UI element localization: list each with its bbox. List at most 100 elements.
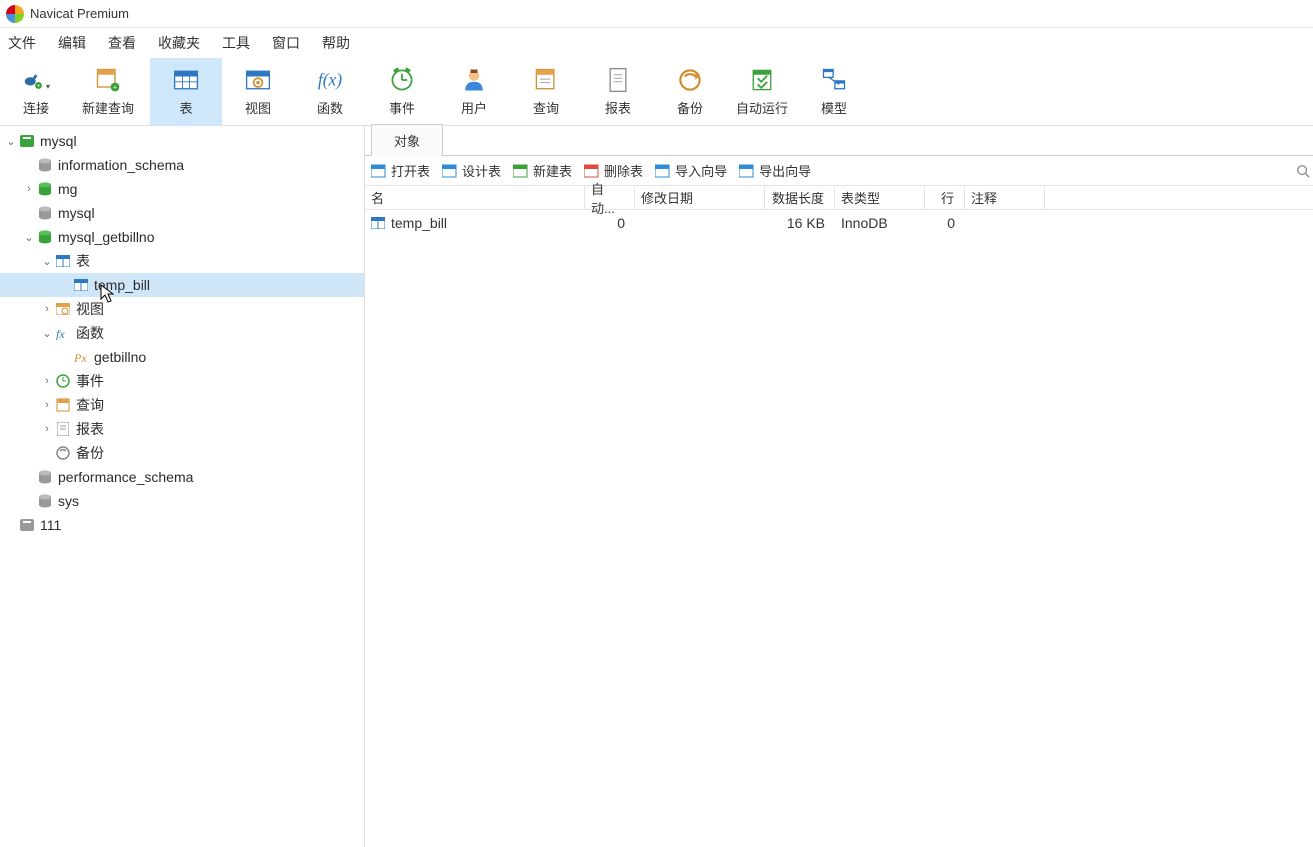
tree-label: sys [58, 493, 79, 509]
tree-item[interactable]: ▸sys [0, 489, 364, 513]
user-icon [460, 66, 488, 94]
toolbar-query-button[interactable]: 查询 [510, 58, 582, 126]
connection-tree[interactable]: ⌄mysql▸information_schema›mg▸mysql⌄mysql… [0, 126, 365, 847]
query-icon [532, 66, 560, 94]
column-header-auto[interactable]: 自动... [585, 186, 635, 209]
toolbar-model-button[interactable]: 模型 [798, 58, 870, 126]
menu-fav[interactable]: 收藏夹 [158, 33, 200, 53]
chevron-right-icon[interactable]: › [40, 399, 54, 411]
tree-item[interactable]: ›报表 [0, 417, 364, 441]
objectbar-export-button[interactable]: 导出向导 [739, 161, 811, 180]
menu-edit[interactable]: 编辑 [58, 33, 86, 53]
tree-label: 视图 [76, 299, 104, 319]
column-header-tbltype[interactable]: 表类型 [835, 186, 925, 209]
tree-item[interactable]: ▸备份 [0, 441, 364, 465]
cell-datalen: 16 KB [765, 215, 835, 231]
menu-file[interactable]: 文件 [8, 33, 36, 53]
objectbar-label: 导出向导 [759, 161, 811, 180]
app-logo-icon [6, 5, 24, 23]
cell-tbltype: InnoDB [835, 215, 925, 231]
tree-item[interactable]: ▸information_schema [0, 153, 364, 177]
tree-item[interactable]: ▸performance_schema [0, 465, 364, 489]
toolbar-event-button[interactable]: 事件 [366, 58, 438, 126]
menu-view[interactable]: 查看 [108, 33, 136, 53]
chevron-down-icon[interactable]: ⌄ [4, 135, 18, 148]
autorun-icon [748, 66, 776, 94]
tree-label: mysql_getbillno [58, 229, 155, 245]
menu-tools[interactable]: 工具 [222, 33, 250, 53]
tree-item[interactable]: › 事件 [0, 369, 364, 393]
objectbar-delete-button[interactable]: 删除表 [584, 161, 643, 180]
toolbar-autorun-button[interactable]: 自动运行 [726, 58, 798, 126]
cell-rows: 0 [925, 215, 965, 231]
toolbar-view-button[interactable]: 视图 [222, 58, 294, 126]
tree-label: mysql [58, 205, 95, 221]
view-orange-icon [54, 301, 72, 317]
objectbar-import-button[interactable]: 导入向导 [655, 161, 727, 180]
chevron-right-icon[interactable]: › [40, 303, 54, 315]
toolbar-label: 新建查询 [82, 98, 134, 117]
chevron-down-icon[interactable]: ⌄ [40, 327, 54, 340]
db-green-icon [36, 229, 54, 245]
toolbar-backup-button[interactable]: 备份 [654, 58, 726, 126]
objectbar-label: 导入向导 [675, 161, 727, 180]
chevron-right-icon[interactable]: › [40, 423, 54, 435]
objectbar-design-button[interactable]: 设计表 [442, 161, 501, 180]
db-green-icon [36, 181, 54, 197]
tree-item[interactable]: ▸Pxgetbillno [0, 345, 364, 369]
tree-item[interactable]: ›查询 [0, 393, 364, 417]
backup-gray-icon [54, 445, 72, 461]
menu-help[interactable]: 帮助 [322, 33, 350, 53]
column-header-name[interactable]: 名 [365, 186, 585, 209]
tree-item[interactable]: ⌄fx函数 [0, 321, 364, 345]
tree-item[interactable]: ▸111 [0, 513, 364, 537]
tbl-blue-icon [54, 253, 72, 269]
tree-item[interactable]: ⌄mysql [0, 129, 364, 153]
svg-text:f(x): f(x) [318, 69, 342, 89]
toolbar-label: 函数 [317, 98, 343, 117]
conn-green-icon [18, 133, 36, 149]
column-header-datalen[interactable]: 数据长度 [765, 186, 835, 209]
toolbar-label: 表 [179, 98, 192, 117]
report-gray-icon [54, 421, 72, 437]
toolbar-label: 查询 [533, 98, 559, 117]
chevron-right-icon[interactable]: › [22, 183, 36, 195]
toolbar-report-button[interactable]: 报表 [582, 58, 654, 126]
tab-bar: 对象 [365, 126, 1313, 156]
table-action-icon [442, 163, 458, 179]
chevron-down-icon[interactable]: ⌄ [40, 255, 54, 268]
fx-blue-icon: fx [54, 325, 72, 341]
tree-item[interactable]: ⌄ mysql_getbillno [0, 225, 364, 249]
tree-item[interactable]: ▸mysql [0, 201, 364, 225]
tree-label: 事件 [76, 371, 104, 391]
toolbar-function-button[interactable]: f(x) 函数 [294, 58, 366, 126]
toolbar-user-button[interactable]: 用户 [438, 58, 510, 126]
tree-item[interactable]: › 视图 [0, 297, 364, 321]
table-row[interactable]: temp_bill016 KBInnoDB0 [365, 210, 1313, 236]
search-icon[interactable] [1293, 156, 1313, 186]
toolbar-label: 事件 [389, 98, 415, 117]
toolbar-connect-button[interactable]: +▾连接 [0, 58, 72, 126]
menu-window[interactable]: 窗口 [272, 33, 300, 53]
column-header-moddate[interactable]: 修改日期 [635, 186, 765, 209]
objectbar-label: 设计表 [462, 161, 501, 180]
chevron-right-icon[interactable]: › [40, 375, 54, 387]
objectbar-open-button[interactable]: 打开表 [371, 161, 430, 180]
list-body: temp_bill016 KBInnoDB0 [365, 210, 1313, 236]
tab-objects[interactable]: 对象 [371, 124, 443, 156]
tree-item[interactable]: ›mg [0, 177, 364, 201]
toolbar-label: 自动运行 [736, 98, 788, 117]
chevron-down-icon[interactable]: ⌄ [22, 231, 36, 244]
table-icon [371, 217, 385, 229]
tree-item[interactable]: ▸temp_bill [0, 273, 364, 297]
tree-item[interactable]: ⌄表 [0, 249, 364, 273]
clock-green-icon [54, 373, 72, 389]
column-header-rows[interactable]: 行 [925, 186, 965, 209]
toolbar-newquery-button[interactable]: +新建查询 [72, 58, 144, 126]
view-icon [244, 66, 272, 94]
window-title: Navicat Premium [30, 6, 129, 21]
column-header-comment[interactable]: 注释 [965, 186, 1045, 209]
objectbar-new-button[interactable]: 新建表 [513, 161, 572, 180]
svg-text:fx: fx [56, 327, 65, 340]
toolbar-table-button[interactable]: 表 [150, 58, 222, 126]
